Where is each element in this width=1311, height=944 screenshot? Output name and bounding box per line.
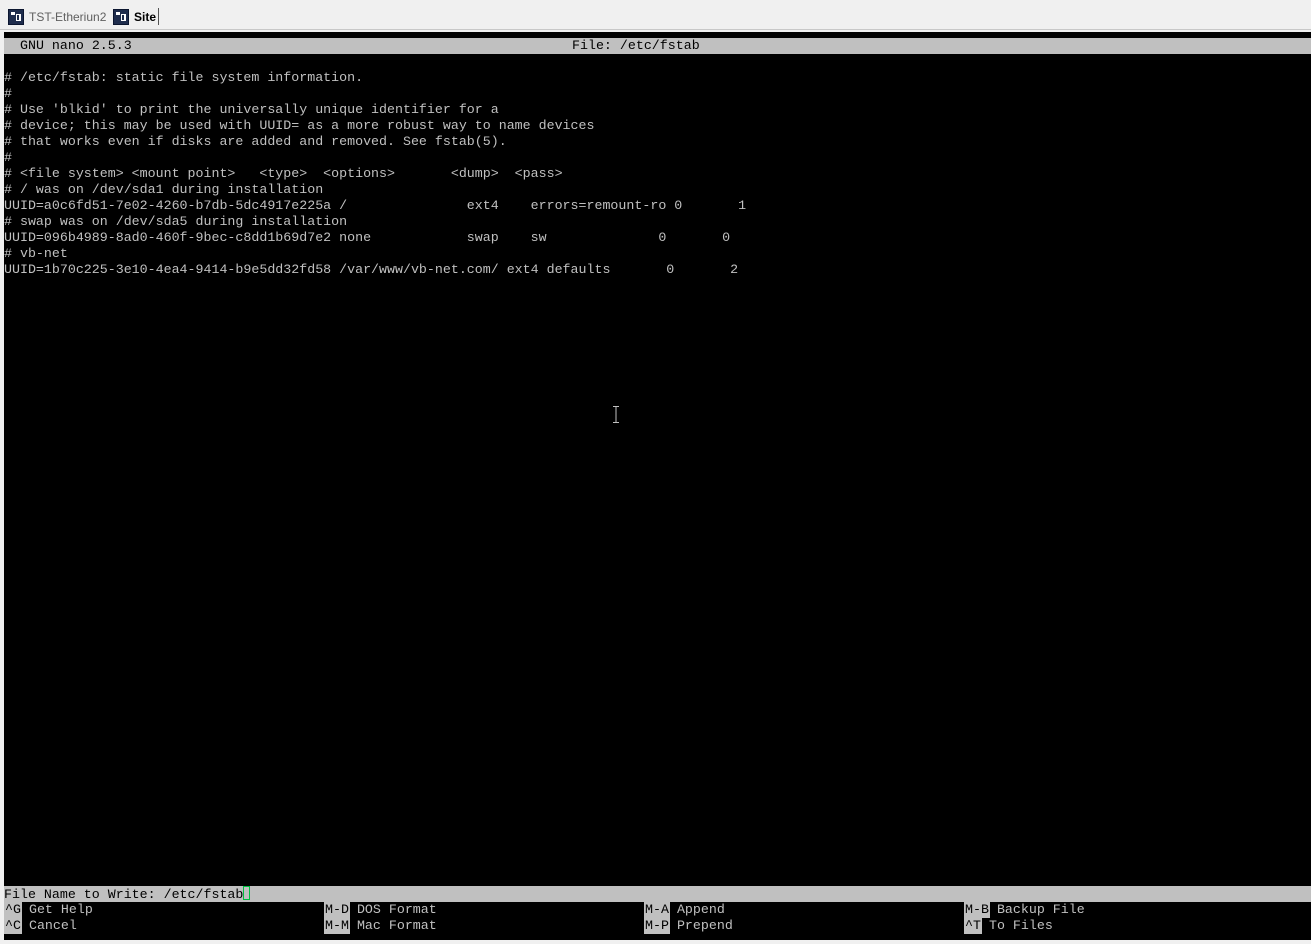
shortcut-label: Append: [676, 902, 725, 917]
terminal-window[interactable]: GNU nano 2.5.3 File: /etc/fstab # /etc/f…: [4, 32, 1311, 940]
tab-tst-etheriun2[interactable]: TST-Etheriun2: [8, 6, 106, 28]
shortcut-cancel[interactable]: ^C Cancel: [4, 918, 77, 934]
file-line: # / was on /dev/sda1 during installation: [4, 182, 324, 197]
shortcut-key: M-M: [324, 918, 350, 934]
shortcut-label: Get Help: [28, 902, 93, 917]
tab-label: Site: [134, 10, 157, 24]
shortcut-dos-format[interactable]: M-D DOS Format: [324, 902, 437, 918]
nano-file-title: File: /etc/fstab: [572, 38, 700, 53]
input-cursor: [243, 886, 251, 900]
nano-version: GNU nano 2.5.3: [20, 38, 132, 53]
shortcut-backup-file[interactable]: M-B Backup File: [964, 902, 1085, 918]
file-line: # device; this may be used with UUID= as…: [4, 118, 595, 133]
file-line: # vb-net: [4, 246, 68, 261]
shortcut-key: ^T: [964, 918, 982, 934]
putty-icon: [113, 9, 129, 25]
file-line: #: [4, 86, 12, 101]
shortcut-append[interactable]: M-A Append: [644, 902, 725, 918]
nano-title-bar: GNU nano 2.5.3 File: /etc/fstab: [4, 38, 1311, 54]
tab-bar: TST-Etheriun2 Site: [0, 0, 1311, 30]
file-line: # that works even if disks are added and…: [4, 134, 507, 149]
shortcut-key: M-P: [644, 918, 670, 934]
tab-site[interactable]: Site: [113, 6, 156, 28]
shortcut-label: DOS Format: [356, 902, 437, 917]
shortcut-key: M-B: [964, 902, 990, 918]
tab-label: TST-Etheriun2: [29, 10, 107, 24]
filename-prompt-bar: File Name to Write: /etc/fstab: [4, 886, 1311, 902]
filename-prompt-text: File Name to Write: /etc/fstab: [4, 887, 244, 902]
file-line: UUID=a0c6fd51-7e02-4260-b7db-5dc4917e225…: [4, 198, 747, 213]
shortcut-label: Cancel: [28, 918, 77, 933]
tab-separator: [158, 8, 159, 25]
filename-prompt[interactable]: File Name to Write: /etc/fstab: [4, 886, 251, 903]
shortcut-key: M-D: [324, 902, 350, 918]
file-line: UUID=096b4989-8ad0-460f-9bec-c8dd1b69d7e…: [4, 230, 731, 245]
shortcut-label: Backup File: [996, 902, 1085, 917]
file-line: # <file system> <mount point> <type> <op…: [4, 166, 563, 181]
shortcut-to-files[interactable]: ^T To Files: [964, 918, 1053, 934]
shortcut-mac-format[interactable]: M-M Mac Format: [324, 918, 437, 934]
text-cursor-icon: [613, 406, 619, 423]
file-line: UUID=1b70c225-3e10-4ea4-9414-b9e5dd32fd5…: [4, 262, 739, 277]
file-line: # Use 'blkid' to print the universally u…: [4, 102, 499, 117]
file-line: # swap was on /dev/sda5 during installat…: [4, 214, 348, 229]
shortcut-key: M-A: [644, 902, 670, 918]
shortcut-label: Prepend: [676, 918, 733, 933]
file-line: #: [4, 150, 12, 165]
shortcut-label: Mac Format: [356, 918, 437, 933]
shortcut-label: To Files: [988, 918, 1053, 933]
file-line: # /etc/fstab: static file system informa…: [4, 70, 364, 85]
shortcut-key: ^C: [4, 918, 22, 934]
shortcut-get-help[interactable]: ^G Get Help: [4, 902, 93, 918]
shortcut-prepend[interactable]: M-P Prepend: [644, 918, 733, 934]
putty-icon: [8, 9, 24, 25]
shortcut-key: ^G: [4, 902, 22, 918]
